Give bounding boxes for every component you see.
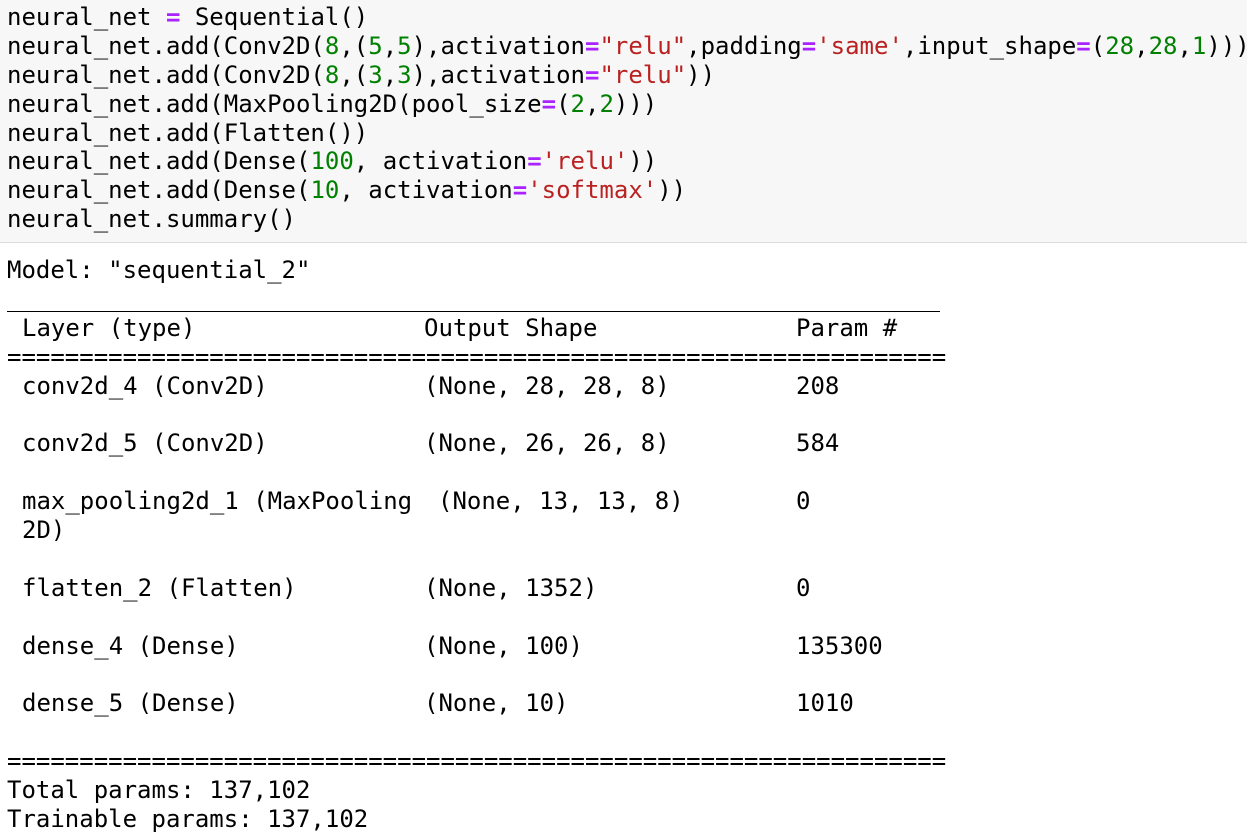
model-name-line: Model: "sequential_2" — [7, 256, 311, 284]
footer-double-rule: ========================================… — [7, 747, 947, 775]
code-line-5: neural_net.add(Flatten()) — [7, 119, 369, 147]
header-layer: Layer (type) — [22, 314, 196, 342]
layer-output-shape: (None, 13, 13, 8) — [438, 487, 684, 515]
layer-output-shape: (None, 28, 28, 8) — [424, 372, 670, 400]
layer-param-count: 584 — [796, 429, 840, 457]
layer-name-continued: 2D) — [22, 516, 66, 544]
layer-name: max_pooling2d_1 (MaxPooling — [22, 487, 413, 515]
code-input-cell[interactable]: neural_net = Sequential() neural_net.add… — [0, 0, 1250, 243]
layer-output-shape: (None, 1352) — [424, 574, 598, 602]
header-output-shape: Output Shape — [424, 314, 598, 342]
layer-output-shape: (None, 10) — [424, 689, 569, 717]
layer-param-count: 0 — [796, 487, 811, 515]
layer-name: conv2d_4 (Conv2D) — [22, 372, 268, 400]
code-line-2: neural_net.add(Conv2D(8,(5,5),activation… — [7, 32, 1250, 60]
code-line-8: neural_net.summary() — [7, 205, 296, 233]
layer-param-count: 208 — [796, 372, 840, 400]
layer-param-count: 135300 — [796, 632, 883, 660]
layer-name: dense_5 (Dense) — [22, 689, 239, 717]
trainable-params: Trainable params: 137,102 — [7, 805, 369, 833]
layer-param-count: 0 — [796, 574, 811, 602]
layer-name: conv2d_5 (Conv2D) — [22, 429, 268, 457]
layer-name: flatten_2 (Flatten) — [22, 574, 297, 602]
header-param-count: Param # — [796, 314, 898, 342]
code-line-7: neural_net.add(Dense(10, activation='sof… — [7, 176, 687, 204]
code-line-1: neural_net = Sequential() — [7, 3, 369, 31]
layer-output-shape: (None, 26, 26, 8) — [424, 429, 670, 457]
header-double-rule: ========================================… — [7, 343, 947, 371]
summary-top-rule — [7, 311, 940, 312]
layer-param-count: 1010 — [796, 689, 854, 717]
code-line-4: neural_net.add(MaxPooling2D(pool_size=(2… — [7, 90, 658, 118]
total-params: Total params: 137,102 — [7, 776, 311, 804]
code-line-3: neural_net.add(Conv2D(8,(3,3),activation… — [7, 61, 716, 89]
code-line-6: neural_net.add(Dense(100, activation='re… — [7, 147, 658, 175]
layer-name: dense_4 (Dense) — [22, 632, 239, 660]
layer-output-shape: (None, 100) — [424, 632, 583, 660]
